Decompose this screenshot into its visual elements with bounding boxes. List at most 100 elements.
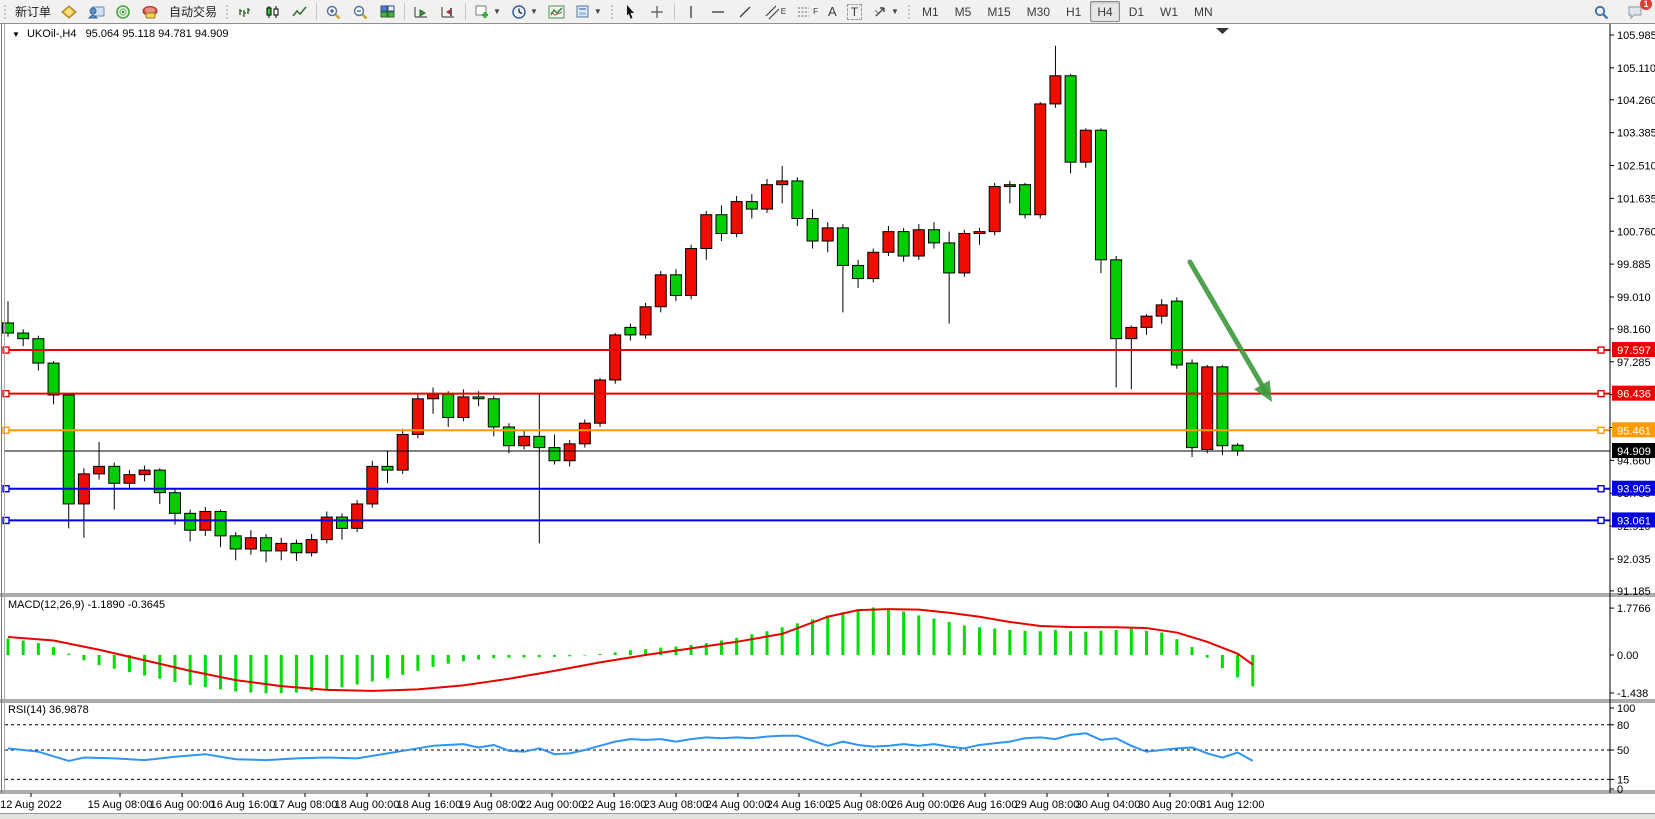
new-order-label: 新订单 [15,3,51,20]
search-button[interactable] [1589,1,1614,22]
fibonacci-tool-button[interactable]: F [792,1,822,22]
time-axis-label: 23 Aug 08:00 [644,799,709,811]
line-end-marker[interactable] [3,347,9,353]
bull-candle [139,470,150,475]
price-tick-label: 92.035 [1617,554,1651,566]
bear-candle [1187,363,1198,448]
chevron-down-icon: ▼ [594,7,602,16]
bull-candle [701,215,712,249]
price-tick-label: 99.885 [1617,259,1651,271]
new-chart-button[interactable]: ▼ [470,1,505,22]
line-end-marker[interactable] [3,517,9,523]
line-end-marker[interactable] [3,427,9,433]
signals-button[interactable] [111,1,136,22]
notifications-button[interactable]: 1 [1623,1,1648,22]
timeframe-m5-button[interactable]: M5 [948,1,979,22]
bar-chart-button[interactable] [233,1,258,22]
line-end-marker[interactable] [3,486,9,492]
bear-candle [215,511,226,535]
window-menu-icon[interactable]: ▼ [12,30,20,39]
vertical-line-icon [683,4,700,20]
toolbar-drag-handle[interactable] [610,4,614,20]
text-tool-button[interactable]: A [824,1,841,22]
trade-ticket-icon[interactable] [57,1,82,22]
chart-shift-button[interactable] [436,1,461,22]
crosshair-tool-button[interactable] [645,1,670,22]
bear-candle [336,517,347,528]
line-end-marker[interactable] [1598,347,1604,353]
vertical-line-tool-button[interactable] [679,1,704,22]
text-label-tool-button[interactable]: T [843,1,866,22]
bull-candle [655,275,666,307]
timeframe-m15-button[interactable]: M15 [980,1,1017,22]
timeframe-m1-button[interactable]: M1 [915,1,946,22]
zoom-out-button[interactable] [348,1,373,22]
bull-candle [1156,305,1167,316]
time-axis-label: 25 Aug 08:00 [829,799,894,811]
macd-tick-label: 1.7766 [1617,603,1651,615]
bull-candle [1035,104,1046,215]
timeframe-h1-button[interactable]: H1 [1059,1,1088,22]
zoom-in-button[interactable] [321,1,346,22]
time-axis-label: 12 Aug 2022 [0,799,62,811]
line-end-marker[interactable] [1598,517,1604,523]
templates-button[interactable]: ▼ [571,1,606,22]
bear-candle [928,230,939,243]
window-bottom-strip [0,813,1655,819]
bear-candle [382,466,393,470]
timeframe-mn-button[interactable]: MN [1187,1,1220,22]
channel-tool-button[interactable]: E [760,1,790,22]
periods-button[interactable]: ▼ [507,1,542,22]
bear-candle [473,397,484,399]
line-end-marker[interactable] [3,391,9,397]
timeframe-h4-button[interactable]: H4 [1090,1,1119,22]
bull-candle [412,399,423,435]
chevron-down-icon: ▼ [493,7,501,16]
fibo-letter: F [813,7,818,16]
bear-candle [837,228,848,266]
time-axis-label: 30 Aug 20:00 [1138,799,1203,811]
main-toolbar: 新订单 自动交易 [0,0,1655,24]
shapes-tool-button[interactable]: ▼ [868,1,903,22]
bull-candle [428,394,439,399]
bull-candle [595,380,606,423]
bear-candle [792,181,803,219]
bear-candle [48,363,59,395]
auto-scroll-button[interactable] [409,1,434,22]
price-tick-label: 101.635 [1617,193,1655,205]
line-end-marker[interactable] [1598,427,1604,433]
price-tick-label: 97.285 [1617,357,1651,369]
bear-candle [230,536,241,549]
toolbar-drag-handle[interactable] [3,4,7,20]
price-badge-label: 96.436 [1617,389,1651,401]
candlestick-icon [264,4,281,20]
toolbar-drag-handle[interactable] [907,4,911,20]
horizontal-line-icon [710,4,727,20]
price-badge-label: 94.909 [1617,446,1651,458]
toolbar-drag-handle[interactable] [225,4,229,20]
new-order-button[interactable]: 新订单 [11,1,55,22]
line-end-marker[interactable] [1598,391,1604,397]
time-axis-label: 24 Aug 16:00 [767,799,832,811]
line-chart-button[interactable] [287,1,312,22]
horizontal-line-tool-button[interactable] [706,1,731,22]
signal-rings-icon [115,4,132,20]
candlestick-chart-button[interactable] [260,1,285,22]
chart-area[interactable]: 105.985105.110104.260103.385102.510101.6… [0,0,1655,819]
market-button[interactable] [138,1,163,22]
price-tick-label: 103.385 [1617,128,1655,140]
bull-candle [959,234,970,273]
timeframe-w1-button[interactable]: W1 [1153,1,1185,22]
trendline-tool-button[interactable] [733,1,758,22]
timeframe-m30-button[interactable]: M30 [1020,1,1057,22]
tile-windows-button[interactable] [375,1,400,22]
indicators-button[interactable] [544,1,569,22]
cursor-tool-button[interactable] [618,1,643,22]
timeframe-d1-button[interactable]: D1 [1122,1,1151,22]
time-axis-label: 31 Aug 12:00 [1200,799,1265,811]
terminal-button[interactable] [84,1,109,22]
line-end-marker[interactable] [1598,486,1604,492]
auto-trading-button[interactable]: 自动交易 [165,1,221,22]
bull-candle [777,181,788,185]
gold-diamond-icon [61,4,78,20]
